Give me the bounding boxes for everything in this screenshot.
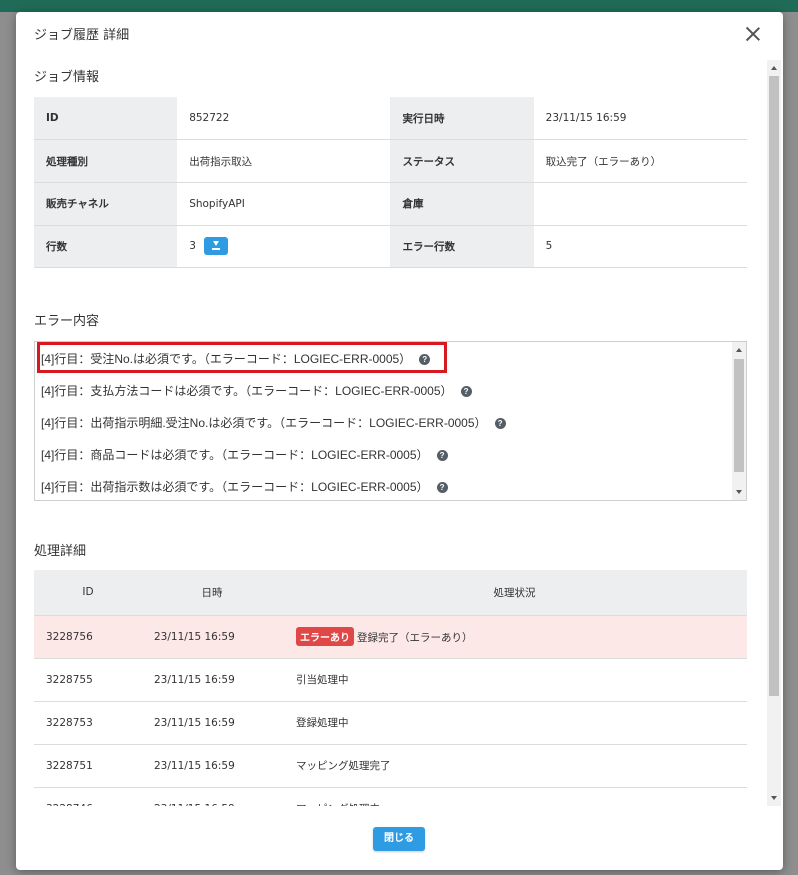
- job-info-table: ID 852722 実行日時 23/11/15 16:59 処理種別 出荷指示取…: [34, 97, 747, 269]
- help-icon[interactable]: ?: [436, 450, 448, 462]
- cell-status: マッピング処理中: [282, 787, 747, 806]
- error-list[interactable]: [4]行目：受注No.は必須です。（エラーコード：LOGIEC-ERR-0005…: [34, 341, 747, 501]
- error-item: [4]行目：支払方法コードは必須です。（エラーコード：LOGIEC-ERR-00…: [41, 382, 472, 399]
- info-value-row-count-cell: 3: [177, 225, 391, 269]
- error-item: [4]行目：商品コードは必須です。（エラーコード：LOGIEC-ERR-0005…: [41, 446, 448, 463]
- help-icon[interactable]: ?: [436, 482, 448, 494]
- highlight-box: [37, 342, 447, 373]
- job-info-row: 行数 3 エラー行数 5: [34, 225, 747, 269]
- info-value-row-count: 3: [189, 240, 196, 253]
- table-row: 3228751 23/11/15 16:59 マッピング処理完了: [34, 744, 747, 788]
- scroll-down-icon[interactable]: [736, 490, 742, 494]
- col-header-id: ID: [34, 570, 142, 616]
- modal-title: ジョブ履歴 詳細: [34, 28, 130, 43]
- close-icon[interactable]: [745, 26, 761, 42]
- info-value-id: 852722: [177, 97, 391, 141]
- col-header-status: 処理状況: [282, 570, 747, 616]
- process-detail-table: ID 日時 処理状況 3228756 23/11/15 16:59 エラーあり登…: [34, 570, 747, 806]
- error-text: [4]行目：出荷指示数は必須です。（エラーコード：LOGIEC-ERR-0005…: [41, 480, 429, 494]
- info-value-process-type: 出荷指示取込: [177, 139, 391, 183]
- download-button[interactable]: [203, 237, 228, 256]
- error-text: [4]行目：支払方法コードは必須です。（エラーコード：LOGIEC-ERR-00…: [41, 384, 453, 398]
- table-row: 3228746 23/11/15 16:59 マッピング処理中: [34, 787, 747, 806]
- cell-status: 引当処理中: [282, 658, 747, 702]
- scrollbar-thumb[interactable]: [769, 76, 779, 696]
- info-value-error-count: 5: [533, 225, 747, 269]
- scrollbar-thumb[interactable]: [734, 359, 744, 472]
- job-info-row: 処理種別 出荷指示取込 ステータス 取込完了（エラーあり）: [34, 139, 747, 183]
- modal-scroll-area: ジョブ情報 ID 852722 実行日時 23/11/15 16:59 処理種別…: [16, 60, 783, 806]
- table-row: 3228755 23/11/15 16:59 引当処理中: [34, 658, 747, 702]
- info-value-status: 取込完了（エラーあり）: [533, 139, 747, 183]
- modal-scrollbar[interactable]: [767, 60, 781, 806]
- cell-status: 登録処理中: [282, 701, 747, 745]
- info-label-process-type: 処理種別: [34, 139, 178, 183]
- help-icon[interactable]: ?: [460, 386, 472, 398]
- table-header-row: ID 日時 処理状況: [34, 570, 747, 616]
- info-label-status: ステータス: [390, 139, 534, 183]
- error-item: [4]行目：出荷指示数は必須です。（エラーコード：LOGIEC-ERR-0005…: [41, 478, 448, 495]
- scroll-up-icon[interactable]: [771, 66, 777, 70]
- process-detail-title: 処理詳細: [34, 544, 87, 559]
- info-label-id: ID: [34, 97, 178, 141]
- cell-datetime: 23/11/15 16:59: [142, 658, 282, 702]
- cell-id: 3228755: [34, 658, 142, 702]
- cell-id: 3228756: [34, 615, 142, 659]
- close-button[interactable]: 閉じる: [373, 827, 425, 851]
- cell-datetime: 23/11/15 16:59: [142, 744, 282, 788]
- job-history-detail-modal: ジョブ履歴 詳細 ジョブ情報 ID 852722 実行日時 23/11/15 1…: [16, 12, 783, 870]
- info-label-exec-time: 実行日時: [390, 97, 534, 141]
- job-info-title: ジョブ情報: [34, 70, 100, 85]
- scroll-up-icon[interactable]: [736, 348, 742, 352]
- cell-status: マッピング処理完了: [282, 744, 747, 788]
- info-label-error-count: エラー行数: [390, 225, 534, 269]
- info-label-warehouse: 倉庫: [390, 182, 534, 226]
- error-text: [4]行目：商品コードは必須です。（エラーコード：LOGIEC-ERR-0005…: [41, 448, 429, 462]
- info-value-warehouse: [533, 182, 747, 226]
- status-text: 登録完了（エラーあり）: [357, 632, 473, 644]
- info-value-channel: ShopifyAPI: [177, 182, 391, 226]
- cell-datetime: 23/11/15 16:59: [142, 701, 282, 745]
- col-header-datetime: 日時: [142, 570, 282, 616]
- app-topbar: [0, 0, 798, 12]
- cell-id: 3228746: [34, 787, 142, 806]
- scroll-down-icon[interactable]: [771, 796, 777, 800]
- error-content-title: エラー内容: [34, 314, 100, 329]
- error-text: [4]行目：出荷指示明細.受注No.は必須です。（エラーコード：LOGIEC-E…: [41, 416, 487, 430]
- table-row: 3228756 23/11/15 16:59 エラーあり 登録完了（エラーあり）: [34, 615, 747, 659]
- error-list-scrollbar[interactable]: [732, 342, 746, 500]
- info-label-channel: 販売チャネル: [34, 182, 178, 226]
- error-badge: エラーあり: [296, 627, 354, 646]
- cell-id: 3228751: [34, 744, 142, 788]
- job-info-row: ID 852722 実行日時 23/11/15 16:59: [34, 97, 747, 141]
- job-info-row: 販売チャネル ShopifyAPI 倉庫: [34, 182, 747, 226]
- help-icon[interactable]: ?: [494, 418, 506, 430]
- info-value-exec-time: 23/11/15 16:59: [533, 97, 747, 141]
- table-row: 3228753 23/11/15 16:59 登録処理中: [34, 701, 747, 745]
- error-item: [4]行目：出荷指示明細.受注No.は必須です。（エラーコード：LOGIEC-E…: [41, 414, 506, 431]
- info-label-row-count: 行数: [34, 225, 178, 269]
- cell-id: 3228753: [34, 701, 142, 745]
- cell-datetime: 23/11/15 16:59: [142, 787, 282, 806]
- cell-status: エラーあり 登録完了（エラーあり）: [282, 615, 747, 659]
- cell-datetime: 23/11/15 16:59: [142, 615, 282, 659]
